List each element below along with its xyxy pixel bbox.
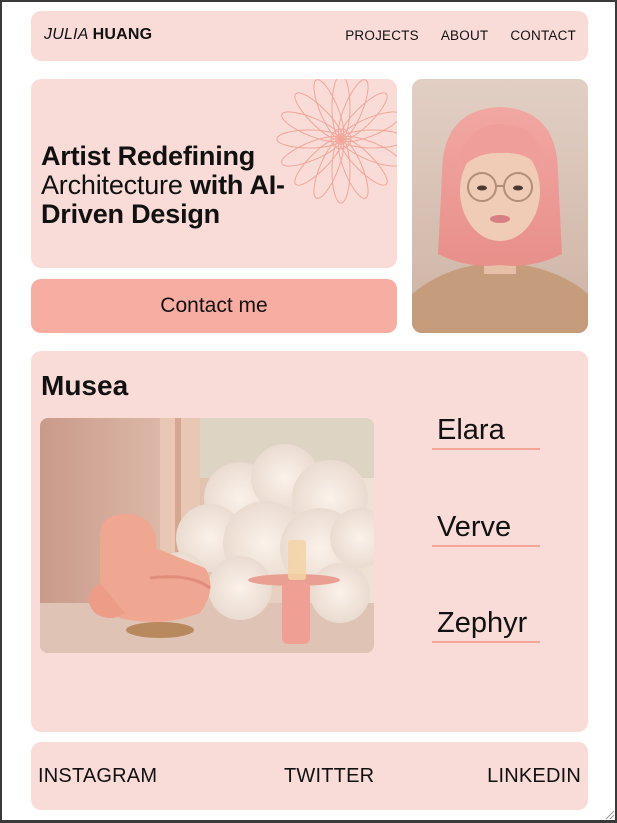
resize-grip-icon[interactable]	[603, 808, 615, 820]
header-bar: JULIA HUANG PROJECTS ABOUT CONTACT	[31, 11, 588, 61]
logo-last-name: HUANG	[92, 26, 153, 43]
linkedin-link[interactable]: LINKEDIN	[487, 765, 581, 788]
main-nav: PROJECTS ABOUT CONTACT	[345, 28, 576, 43]
hero-line-3: Driven Design	[41, 199, 220, 229]
musea-section: Musea Elara Verve Zephyr	[31, 351, 588, 732]
project-link-zephyr[interactable]: Zephyr	[432, 606, 540, 643]
hero-heading: Artist Redefining Architecture with AI- …	[41, 142, 391, 229]
footer-bar: INSTAGRAM TWITTER LINKEDIN	[31, 742, 588, 810]
hero-card: Artist Redefining Architecture with AI- …	[31, 79, 397, 268]
nav-projects-link[interactable]: PROJECTS	[345, 28, 419, 43]
project-link-elara[interactable]: Elara	[432, 413, 540, 450]
project-link-verve[interactable]: Verve	[432, 510, 540, 547]
hero-line-2-bold: with AI-	[189, 170, 285, 200]
contact-me-button[interactable]: Contact me	[31, 279, 397, 333]
musea-title: Musea	[41, 370, 129, 401]
hero-line-1: Artist Redefining	[41, 141, 256, 171]
nav-contact-link[interactable]: CONTACT	[510, 28, 576, 43]
logo-first-name: JULIA	[44, 26, 89, 43]
twitter-link[interactable]: TWITTER	[284, 765, 374, 788]
portrait-image	[412, 79, 588, 333]
nav-about-link[interactable]: ABOUT	[441, 28, 489, 43]
musea-featured-image[interactable]	[40, 418, 374, 653]
instagram-link[interactable]: INSTAGRAM	[38, 765, 157, 788]
site-logo[interactable]: JULIA HUANG	[44, 26, 152, 44]
hero-line-2-light: Architecture	[41, 170, 190, 200]
